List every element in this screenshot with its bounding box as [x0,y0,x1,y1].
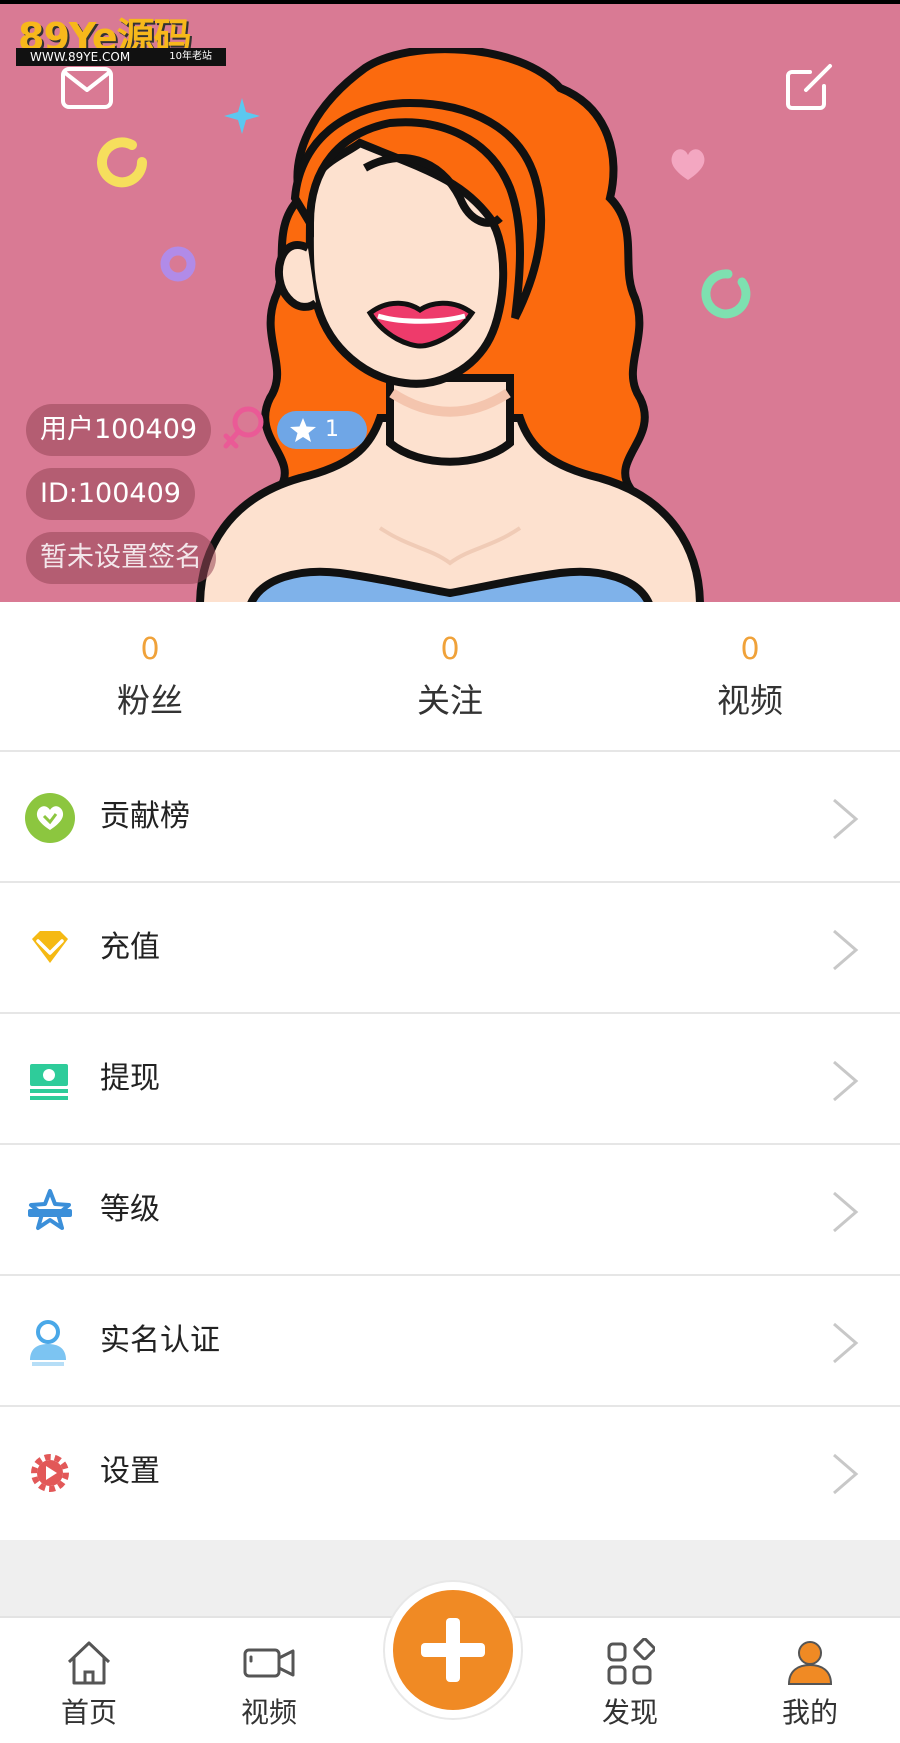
menu-item-contribution[interactable]: 贡献榜 [0,752,900,883]
chevron-right-icon [833,1191,859,1233]
tab-discover[interactable]: 发现 [565,1626,695,1743]
tab-label: 我的 [781,1696,838,1729]
chevron-right-icon [833,929,859,971]
person-verify-icon [30,1320,66,1366]
level-value: 1 [325,417,339,442]
diamond-icon [32,931,68,963]
tab-label: 首页 [60,1696,117,1729]
stat-videos[interactable]: 0 视频 [600,602,900,750]
plus-icon [421,1618,485,1682]
stat-label: 粉丝 [117,681,183,720]
user-profile-icon [787,1641,833,1685]
video-camera-icon [243,1648,295,1678]
username-label: 用户100409 [26,404,212,456]
tab-mine[interactable]: 我的 [745,1626,875,1743]
star-level-icon [28,1189,72,1230]
menu-item-label: 实名认证 [100,1323,220,1358]
user-id-label: ID:100409 [26,468,195,520]
mail-icon[interactable] [60,66,114,110]
profile-menu: 贡献榜 充值 提现 等级 实名认证 设置 [0,752,900,1538]
menu-item-verification[interactable]: 实名认证 [0,1276,900,1407]
menu-item-withdraw[interactable]: 提现 [0,1014,900,1145]
stats-row: 0 粉丝 0 关注 0 视频 [0,602,900,752]
menu-item-settings[interactable]: 设置 [0,1407,900,1538]
stat-fans[interactable]: 0 粉丝 [0,602,300,750]
stat-value: 0 [140,632,160,667]
menu-item-recharge[interactable]: 充值 [0,883,900,1014]
stat-label: 关注 [417,681,483,720]
menu-item-label: 设置 [100,1454,160,1489]
avatar-portrait-illustration[interactable] [190,48,710,602]
female-gender-icon [223,406,264,449]
menu-item-label: 提现 [100,1061,160,1096]
home-icon [67,1641,111,1685]
stat-label: 视频 [717,681,783,720]
chevron-right-icon [833,1453,859,1495]
menu-item-label: 等级 [100,1192,160,1227]
tab-label: 视频 [240,1696,297,1729]
profile-header: 89Ye源码 10年老站 WWW.89YE.COM 用户100409 1 ID:… [0,0,900,602]
signature-label[interactable]: 暂未设置签名 [26,532,216,584]
heart-badge-icon [25,793,75,843]
stat-value: 0 [440,632,460,667]
level-badge: 1 [277,411,367,449]
edit-profile-icon[interactable] [784,60,836,112]
chevron-right-icon [833,798,859,840]
tab-video[interactable]: 视频 [204,1626,334,1743]
menu-item-level[interactable]: 等级 [0,1145,900,1276]
publish-button[interactable] [385,1582,521,1718]
stat-value: 0 [740,632,760,667]
cash-icon [30,1064,68,1100]
star-icon [290,418,316,442]
chevron-right-icon [833,1060,859,1102]
menu-item-label: 充值 [100,930,160,965]
discover-grid-icon [607,1638,655,1685]
tab-label: 发现 [601,1696,658,1729]
stat-following[interactable]: 0 关注 [300,602,600,750]
gear-icon [31,1454,69,1492]
chevron-right-icon [833,1322,859,1364]
menu-item-label: 贡献榜 [100,799,190,834]
tab-home[interactable]: 首页 [24,1626,154,1743]
watermark-url: WWW.89YE.COM [30,50,131,64]
ring-decoration-icon [97,137,148,188]
